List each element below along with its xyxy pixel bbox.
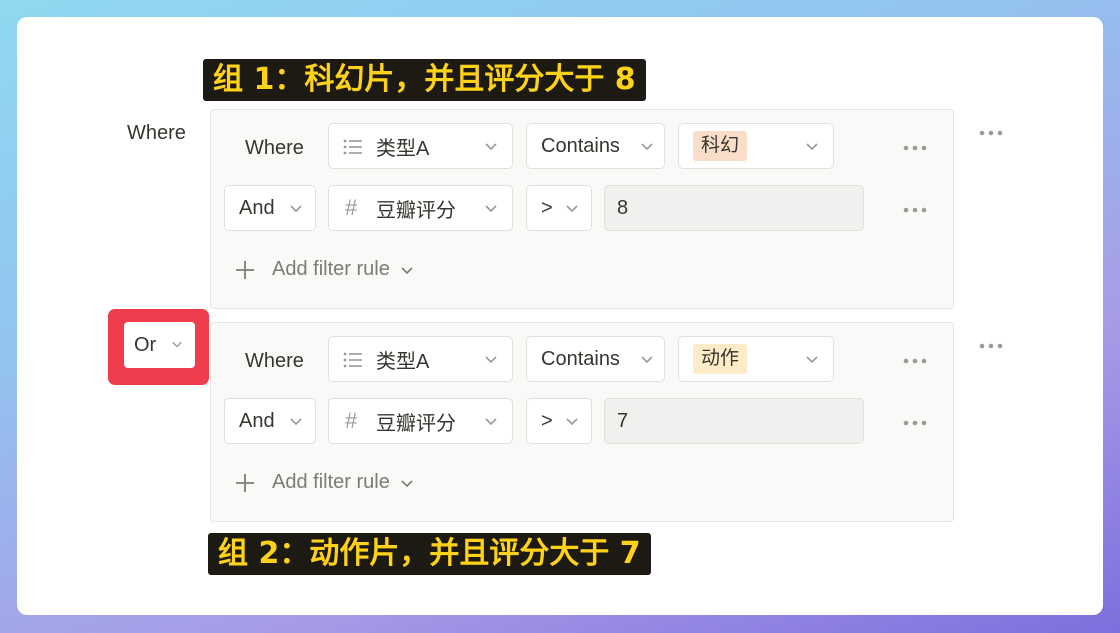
chevron-down-icon	[485, 356, 497, 364]
chevron-down-icon	[401, 266, 413, 274]
filter-group-1: Where 类型A Contains 科幻 And # 豆瓣评分 > 8 Add…	[210, 109, 954, 309]
operator-label: Contains	[541, 134, 620, 157]
group2-annotation: 组 2：动作片，并且评分大于 7	[208, 533, 651, 575]
property-select[interactable]: # 豆瓣评分	[328, 398, 513, 444]
add-filter-rule-label: Add filter rule	[272, 471, 390, 493]
rule-more-icon[interactable]	[903, 420, 927, 426]
group1-more-icon[interactable]	[979, 130, 1003, 136]
chevron-down-icon	[641, 143, 653, 151]
chevron-down-icon	[485, 418, 497, 426]
operator-select[interactable]: >	[526, 398, 592, 444]
operator-select[interactable]: Contains	[526, 336, 665, 382]
value-tag: 动作	[693, 344, 748, 374]
value-select[interactable]: 动作	[678, 336, 834, 382]
chevron-down-icon	[485, 205, 497, 213]
property-label: 豆瓣评分	[376, 412, 456, 435]
add-filter-rule-button[interactable]: Add filter rule	[234, 258, 414, 281]
operator-select[interactable]: >	[526, 185, 592, 231]
operator-label: >	[541, 409, 553, 432]
property-label: 类型A	[376, 137, 430, 160]
property-select[interactable]: 类型A	[328, 336, 513, 382]
rule-connector-where: Where	[245, 137, 304, 159]
operator-select[interactable]: Contains	[526, 123, 665, 169]
filter-group-2: Where 类型A Contains 动作 And # 豆瓣评分 > 7 Add…	[210, 322, 954, 522]
operator-label: >	[541, 196, 553, 219]
list-icon	[343, 352, 362, 368]
number-icon: #	[345, 195, 358, 220]
connector-select[interactable]: And	[224, 185, 316, 231]
chevron-down-icon	[806, 356, 818, 364]
chevron-down-icon	[290, 418, 302, 426]
plus-icon	[236, 260, 254, 279]
value-tag: 科幻	[693, 131, 748, 161]
operator-label: Contains	[541, 347, 620, 370]
top-where-label: Where	[127, 122, 186, 144]
or-highlight: Or	[108, 309, 209, 385]
chevron-down-icon	[290, 205, 302, 213]
chevron-down-icon	[566, 418, 578, 426]
number-icon: #	[345, 408, 358, 433]
chevron-down-icon	[566, 205, 578, 213]
group-connector-label: Or	[134, 333, 157, 356]
add-filter-rule-button[interactable]: Add filter rule	[234, 471, 414, 494]
rule-more-icon[interactable]	[903, 145, 927, 151]
group1-annotation: 组 1：科幻片，并且评分大于 8	[203, 59, 646, 101]
value-input[interactable]: 7	[604, 398, 864, 444]
rule-more-icon[interactable]	[903, 358, 927, 364]
property-select[interactable]: 类型A	[328, 123, 513, 169]
rule-connector-where: Where	[245, 350, 304, 372]
value-select[interactable]: 科幻	[678, 123, 834, 169]
plus-icon	[236, 473, 254, 492]
property-label: 豆瓣评分	[376, 199, 456, 222]
add-filter-rule-label: Add filter rule	[272, 258, 390, 280]
group2-more-icon[interactable]	[979, 343, 1003, 349]
connector-select[interactable]: And	[224, 398, 316, 444]
chevron-down-icon	[172, 341, 182, 348]
chevron-down-icon	[641, 356, 653, 364]
rule-more-icon[interactable]	[903, 207, 927, 213]
group-connector-select[interactable]: Or	[124, 322, 195, 368]
connector-label: And	[239, 196, 275, 219]
property-label: 类型A	[376, 350, 430, 373]
value-input[interactable]: 8	[604, 185, 864, 231]
chevron-down-icon	[485, 143, 497, 151]
chevron-down-icon	[806, 143, 818, 151]
connector-label: And	[239, 409, 275, 432]
chevron-down-icon	[401, 479, 413, 487]
property-select[interactable]: # 豆瓣评分	[328, 185, 513, 231]
list-icon	[343, 139, 362, 155]
